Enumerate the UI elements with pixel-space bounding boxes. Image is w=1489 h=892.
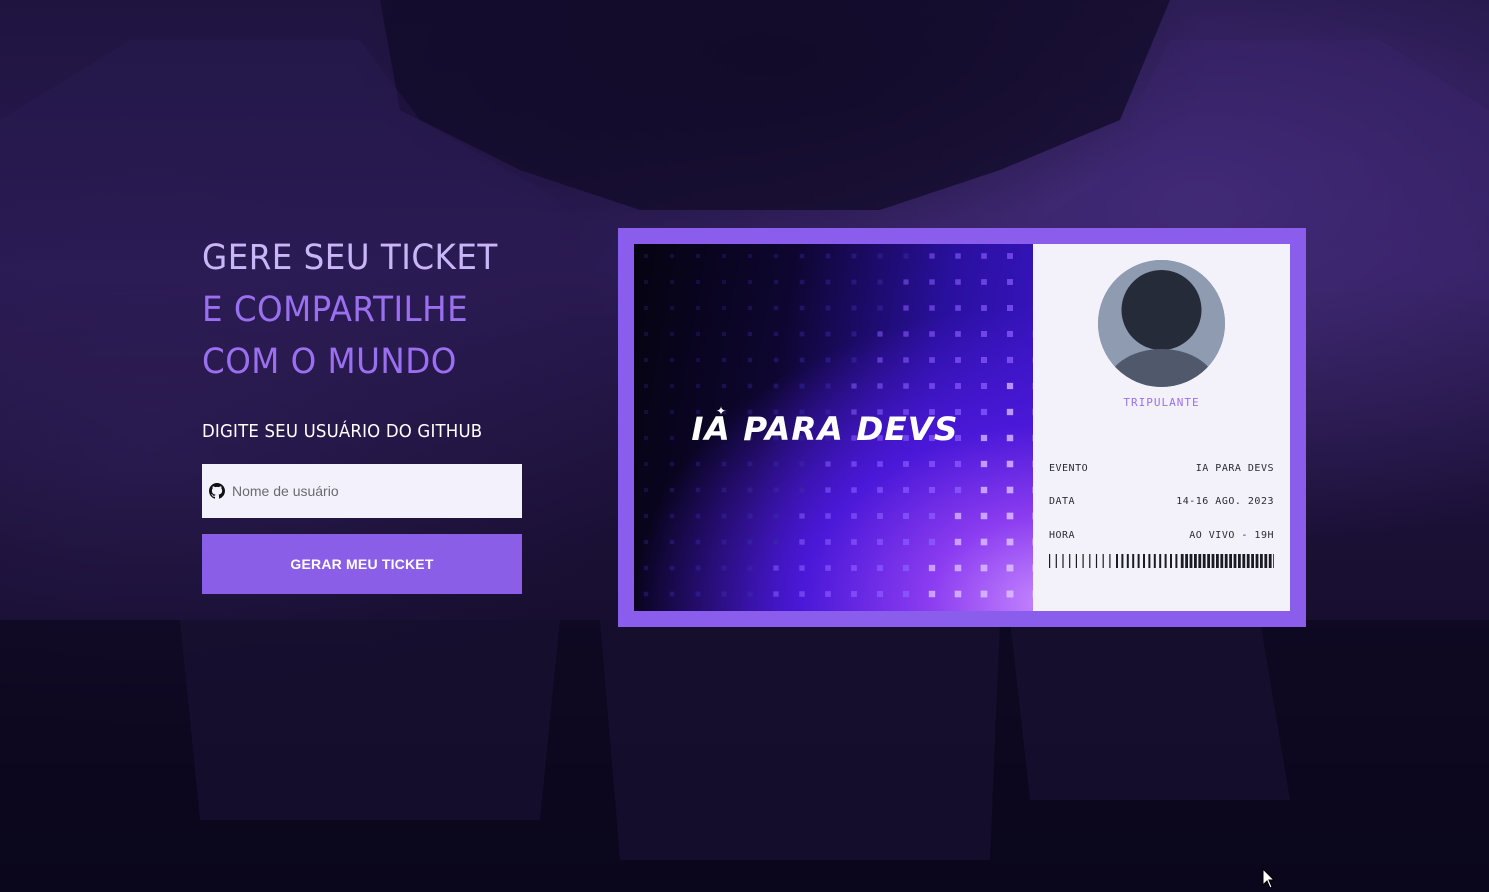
detail-value: 14-16 AGO. 2023	[1176, 496, 1274, 507]
detail-value: AO VIVO - 19H	[1189, 530, 1274, 541]
detail-row-time: HORA AO VIVO - 19H	[1049, 530, 1274, 541]
ticket-preview: ✦ IA PARA DEVS TRIPULANTE EVENTO IA PARA…	[618, 228, 1306, 627]
event-logo: ✦ IA PARA DEVS	[691, 404, 959, 448]
username-input[interactable]	[230, 482, 514, 500]
ticket-generator-panel: GERE SEU TICKET E COMPARTILHE COM O MUND…	[202, 232, 532, 594]
detail-row-event: EVENTO IA PARA DEVS	[1049, 463, 1274, 474]
title-line-1: GERE SEU TICKET	[202, 238, 498, 278]
detail-label: EVENTO	[1049, 463, 1089, 474]
detail-label: HORA	[1049, 530, 1076, 541]
generate-ticket-button[interactable]: GERAR MEU TICKET	[202, 534, 522, 594]
github-icon	[209, 483, 225, 499]
detail-label: DATA	[1049, 496, 1076, 507]
role-label: TRIPULANTE	[1123, 396, 1200, 409]
avatar	[1098, 260, 1225, 387]
detail-row-date: DATA 14-16 AGO. 2023	[1049, 496, 1274, 507]
sparkle-icon: ✦	[715, 404, 728, 418]
title-line-3: COM O MUNDO	[202, 342, 457, 382]
event-logo-text: IA PARA DEVS	[691, 410, 959, 448]
title-line-2: E COMPARTILHE	[202, 290, 469, 330]
page-title: GERE SEU TICKET E COMPARTILHE COM O MUND…	[202, 232, 509, 388]
barcode	[1049, 554, 1274, 568]
ticket-artwork: ✦ IA PARA DEVS	[634, 244, 1033, 611]
github-username-field[interactable]	[202, 464, 522, 518]
ticket-details: TRIPULANTE EVENTO IA PARA DEVS DATA 14-1…	[1033, 244, 1290, 611]
mouse-cursor-icon	[1262, 868, 1276, 889]
github-username-label: DIGITE SEU USUÁRIO DO GITHUB	[202, 421, 483, 442]
detail-value: IA PARA DEVS	[1195, 463, 1274, 474]
user-placeholder-icon	[1098, 260, 1225, 387]
